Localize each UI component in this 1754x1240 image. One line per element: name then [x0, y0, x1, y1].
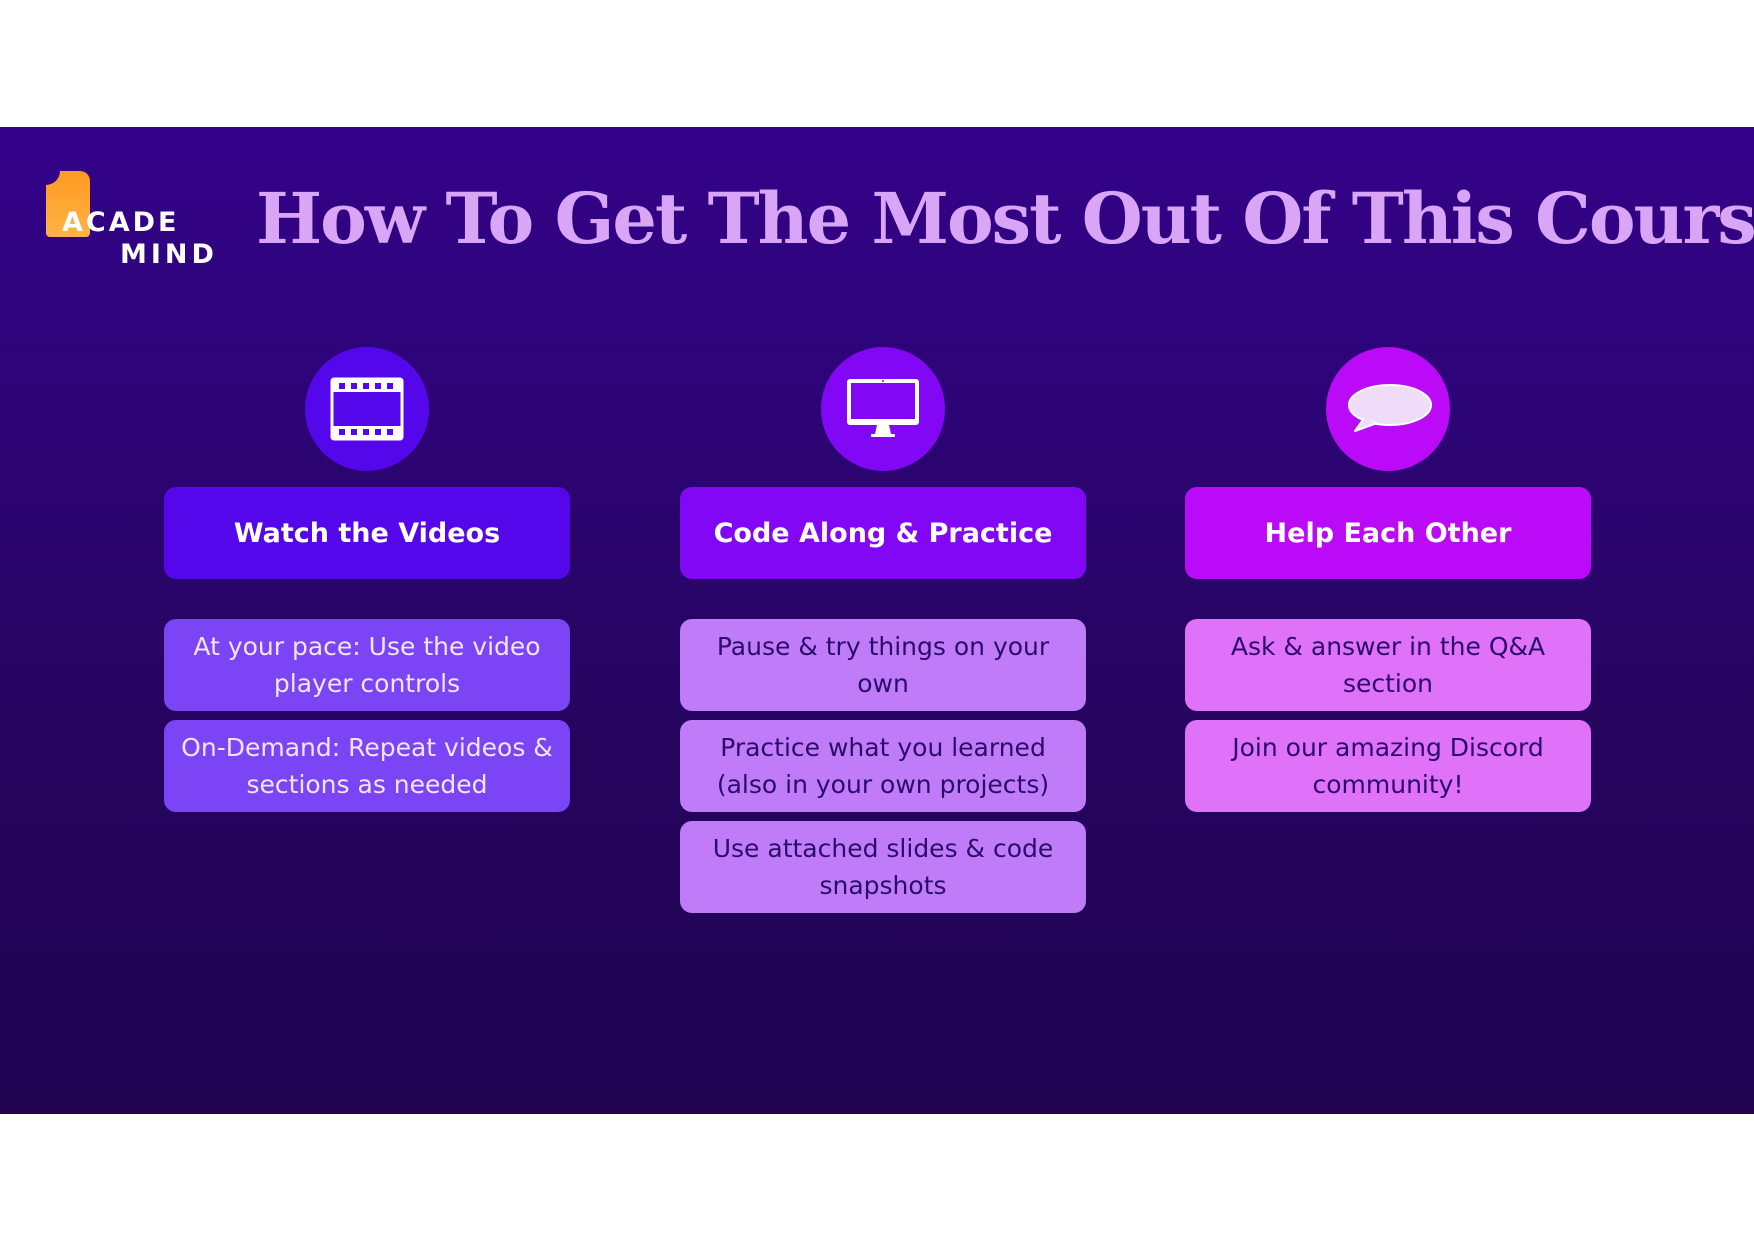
column-code-along: Code Along & Practice Pause & try things… [680, 347, 1086, 922]
list-item: At your pace: Use the video player contr… [164, 619, 570, 711]
list-item: Pause & try things on your own [680, 619, 1086, 711]
list-item: Practice what you learned (also in your … [680, 720, 1086, 812]
film-icon-circle [305, 347, 429, 471]
list-item: Join our amazing Discord community! [1185, 720, 1591, 812]
slide: ACADE MIND How To Get The Most Out Of Th… [0, 127, 1754, 1114]
slide-title: How To Get The Most Out Of This Course [256, 177, 1754, 260]
monitor-icon [847, 379, 919, 437]
column-heading: Help Each Other [1185, 487, 1591, 579]
item-list: Pause & try things on your own Practice … [680, 619, 1086, 913]
film-icon [330, 377, 404, 441]
monitor-icon-circle [821, 347, 945, 471]
item-list: Ask & answer in the Q&A section Join our… [1185, 619, 1591, 812]
list-item: Use attached slides & code snapshots [680, 821, 1086, 913]
speech-bubble-icon-circle [1326, 347, 1450, 471]
academind-logo: ACADE MIND [44, 171, 214, 271]
column-help-each-other: Help Each Other Ask & answer in the Q&A … [1185, 347, 1591, 821]
logo-text-acade: ACADE [62, 207, 180, 238]
list-item: On-Demand: Repeat videos & sections as n… [164, 720, 570, 812]
logo-text-mind: MIND [120, 239, 218, 270]
list-item: Ask & answer in the Q&A section [1185, 619, 1591, 711]
item-list: At your pace: Use the video player contr… [164, 619, 570, 812]
speech-bubble-icon [1348, 384, 1432, 432]
column-watch-videos: Watch the Videos At your pace: Use the v… [164, 347, 570, 821]
column-heading: Watch the Videos [164, 487, 570, 579]
column-heading: Code Along & Practice [680, 487, 1086, 579]
